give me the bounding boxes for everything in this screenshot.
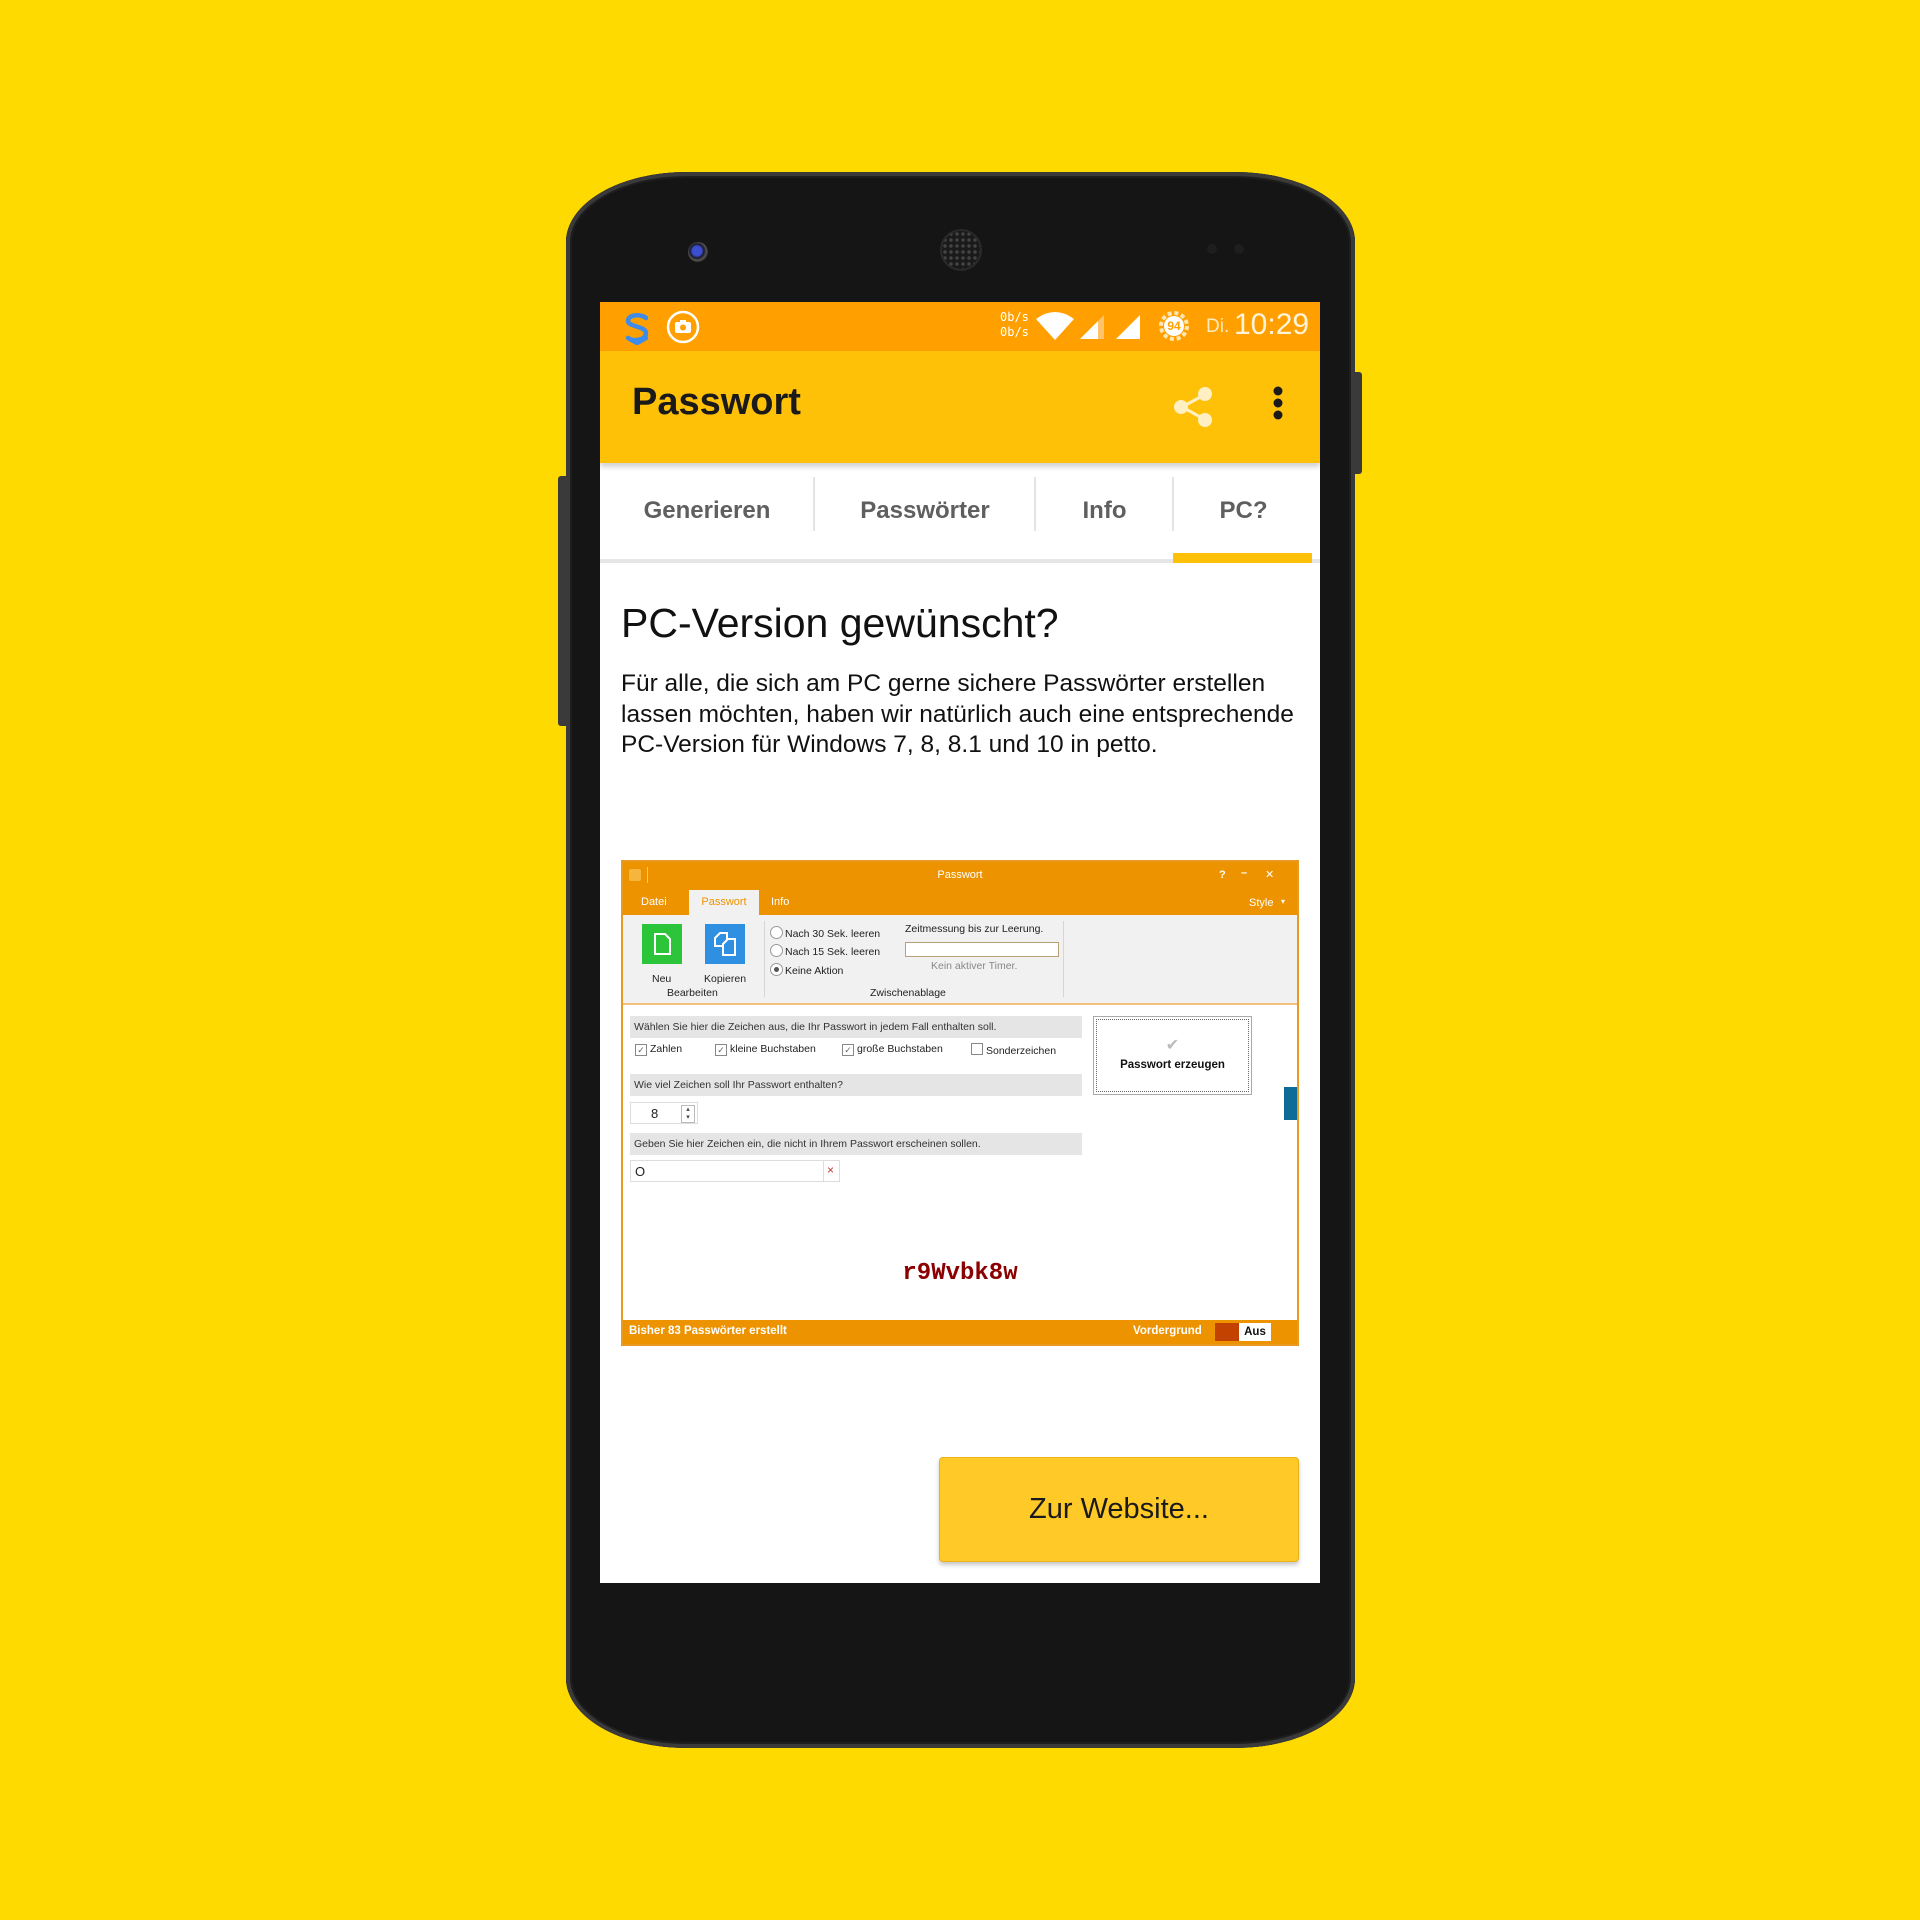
exclude-input: O × [630, 1160, 840, 1182]
pc-menu-bar: Datei Passwort Info Style ▾ [623, 890, 1297, 915]
pc-ribbon: Neu Kopieren Bearbeiten Nach 30 Sek. lee… [623, 915, 1297, 1005]
close-button: ✕ [1265, 869, 1275, 881]
active-tab-indicator [1173, 553, 1312, 563]
length-stepper: 8 ▴ ▾ [630, 1102, 698, 1124]
radio-keine-aktion: Keine Aktion [770, 963, 843, 977]
help-button: ? [1219, 869, 1226, 881]
style-dropdown-icon: ▾ [1281, 897, 1286, 906]
tab-bar: Generieren Passwörter Info PC? [600, 463, 1320, 563]
page-heading: PC-Version gewünscht? [621, 600, 1059, 646]
checkbox-grosse-buchstaben: ✓ große Buchstaben [842, 1043, 943, 1056]
exclude-value: O [635, 1164, 646, 1179]
phone-screen: 0b/s 0b/s 94 Di. 10:29 Passwort Generier… [600, 302, 1320, 1583]
vordergrund-label: Vordergrund [1133, 1325, 1202, 1337]
checkmark-icon: ✔ [1165, 1037, 1180, 1054]
generate-password-label: Passwort erzeugen [1120, 1059, 1225, 1071]
checkbox-zahlen: ✓ Zahlen [635, 1043, 682, 1056]
copy-icon [705, 924, 745, 964]
pc-style-menu: Style [1249, 897, 1274, 909]
proximity-sensor [1207, 244, 1217, 254]
chars-prompt: Wählen Sie hier die Zeichen aus, die Ihr… [630, 1016, 1082, 1038]
length-prompt: Wie viel Zeichen soll Ihr Passwort entha… [630, 1074, 1082, 1096]
power-button [1354, 372, 1362, 474]
front-camera [688, 242, 708, 262]
radio-15s: Nach 15 Sek. leeren [770, 944, 880, 958]
generate-password-button: ✔ Passwort erzeugen [1093, 1016, 1252, 1095]
tab-generieren[interactable]: Generieren [600, 463, 814, 559]
description-text: Für alle, die sich am PC gerne sichere P… [621, 670, 1294, 758]
pc-title-bar: Passwort ? – ✕ [623, 862, 1297, 890]
generated-password: r9Wvbk8w [902, 1260, 1018, 1287]
more-vert-icon[interactable] [1268, 381, 1288, 431]
net-speed-up: 0b/s [1000, 310, 1029, 324]
status-bar: 0b/s 0b/s 94 Di. 10:29 [600, 302, 1320, 351]
toggle-switch-label: Aus [1239, 1323, 1271, 1341]
app-title: Passwort [632, 381, 801, 423]
status-day: Di. [1206, 316, 1230, 337]
earpiece-speaker [942, 231, 980, 269]
timer-label: Zeitmessung bis zur Leerung. [905, 923, 1044, 935]
pc-status-bar: Bisher 83 Passwörter erstellt Vordergrun… [623, 1320, 1297, 1344]
screenshot-camera-icon [666, 310, 700, 344]
tab-passwoerter[interactable]: Passwörter [815, 463, 1035, 559]
shield-s-app-icon [625, 313, 649, 345]
ribbon-separator [1063, 921, 1064, 997]
signal-icon [1116, 315, 1140, 339]
pc-menu-info: Info [771, 896, 790, 908]
battery-level: 94 [1164, 316, 1184, 336]
checkbox-sonderzeichen: Sonderzeichen [971, 1043, 1056, 1057]
wifi-icon [1036, 312, 1074, 340]
pc-group-zwischenablage: Zwischenablage [870, 987, 946, 999]
radio-30s: Nach 30 Sek. leeren [770, 926, 880, 940]
length-value: 8 [651, 1106, 659, 1121]
toggle-switch-track [1215, 1323, 1239, 1341]
share-icon[interactable] [1166, 379, 1222, 435]
checkbox-kleine-buchstaben: ✓ kleine Buchstaben [715, 1043, 816, 1056]
pc-group-bearbeiten: Bearbeiten [667, 987, 718, 999]
clear-icon: × [827, 1163, 835, 1177]
light-sensor [1234, 244, 1244, 254]
tab-pc[interactable]: PC? [1174, 463, 1313, 559]
status-time: 10:29 [1234, 308, 1310, 341]
passwords-created-count: Bisher 83 Passwörter erstellt [629, 1325, 787, 1337]
timer-status: Kein aktiver Timer. [931, 960, 1018, 972]
website-button[interactable]: Zur Website... [939, 1457, 1299, 1562]
side-panel-handle [1284, 1087, 1297, 1120]
pc-new-label: Neu [652, 973, 672, 985]
signal-icon [1080, 315, 1104, 339]
new-document-icon [642, 924, 682, 964]
ribbon-separator [764, 921, 765, 997]
pc-version-screenshot: Passwort ? – ✕ Datei Passwort Info Style… [621, 860, 1299, 1346]
pc-copy-label: Kopieren [704, 973, 747, 985]
app-bar: Passwort [600, 351, 1320, 463]
timer-progress [905, 942, 1059, 957]
net-speed-down: 0b/s [1000, 325, 1029, 339]
pc-menu-passwort: Passwort [689, 890, 759, 915]
minimize-button: – [1241, 867, 1248, 879]
battery-circle-icon: 94 [1158, 310, 1190, 342]
pc-window-title: Passwort [937, 869, 983, 881]
tab-info[interactable]: Info [1036, 463, 1173, 559]
pc-menu-datei: Datei [641, 896, 667, 908]
stepper-arrows-icon: ▴ ▾ [681, 1105, 695, 1123]
exclude-prompt: Geben Sie hier Zeichen ein, die nicht in… [630, 1133, 1082, 1155]
